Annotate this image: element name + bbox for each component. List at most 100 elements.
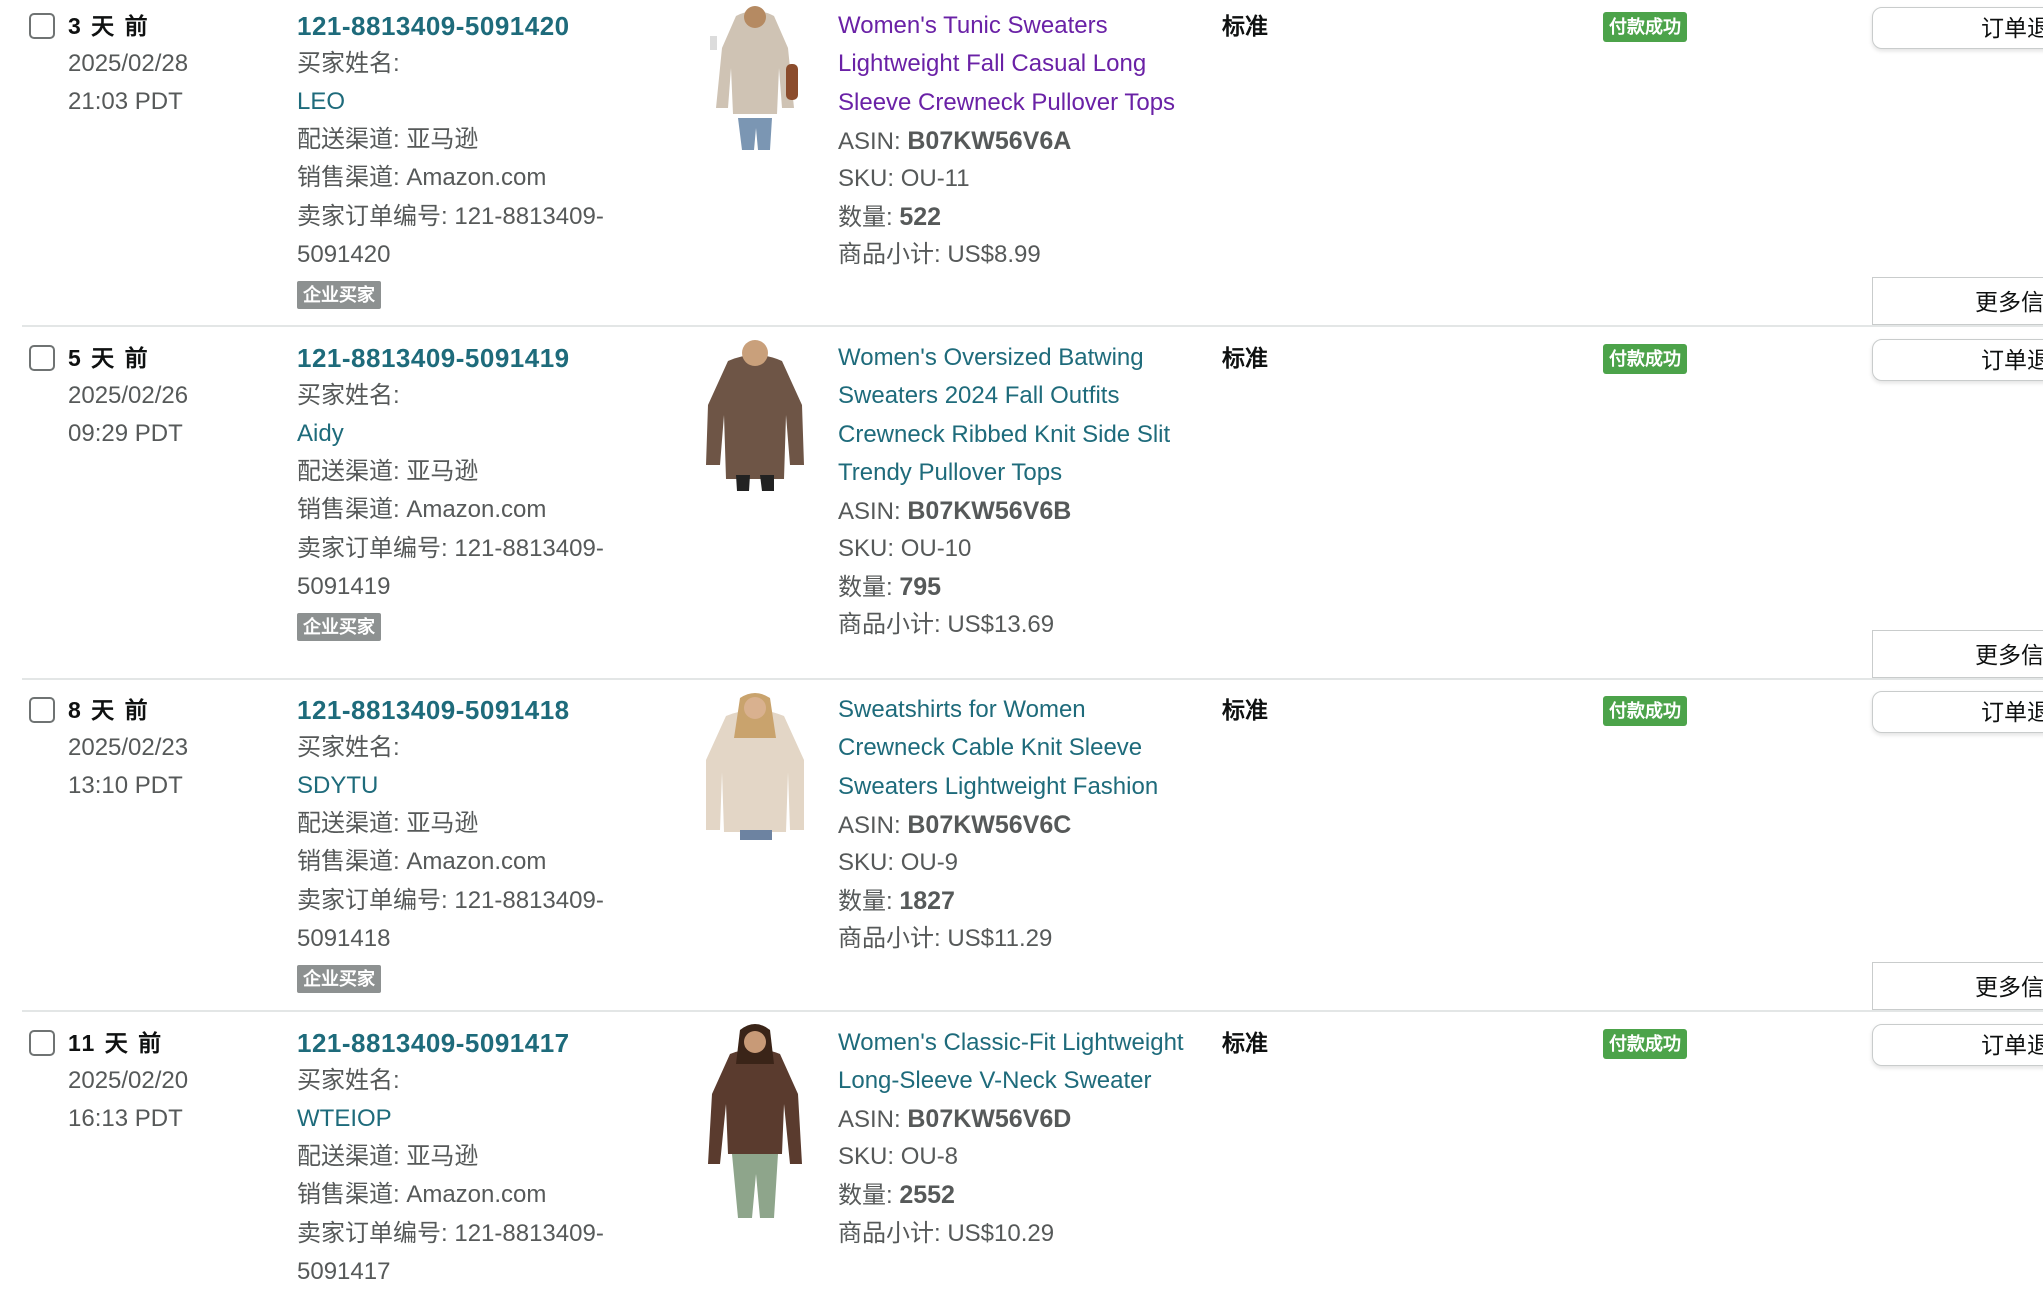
product-title-link[interactable]: Women's Classic-Fit Lightweight Long-Sle… — [838, 1024, 1213, 1101]
sales-channel: 销售渠道: Amazon.com — [297, 1181, 547, 1208]
payment-status-badge: 付款成功 — [1603, 12, 1687, 42]
shipping-service: 标准 — [1222, 13, 1268, 39]
order-id-link[interactable]: 121-8813409-5091418 — [297, 691, 570, 729]
seller-order-number-value-a: 121-8813409- — [454, 1220, 604, 1247]
order-age: 11 天 前 — [68, 1030, 164, 1056]
order-id-link[interactable]: 121-8813409-5091419 — [297, 339, 570, 377]
quantity-line: 数量: 795 — [838, 568, 941, 607]
product-title-line: Sweaters Lightweight Fashion — [838, 772, 1159, 800]
refund-order-button[interactable]: 订单退 — [1872, 339, 2043, 381]
buyer-name-link[interactable]: WTEIOP — [297, 1100, 392, 1138]
sales-channel: 销售渠道: Amazon.com — [297, 164, 547, 191]
sku-line: SKU: OU-10 — [838, 530, 971, 568]
order-date: 2025/02/23 — [68, 734, 189, 761]
seller-order-number-value-b: 5091418 — [297, 925, 391, 952]
business-buyer-badge: 企业买家 — [297, 965, 381, 993]
more-info-button[interactable]: 更多信 — [1872, 630, 2043, 678]
product-title-link[interactable]: Sweatshirts for Women Crewneck Cable Kni… — [838, 691, 1213, 806]
buyer-name-link[interactable]: SDYTU — [297, 767, 378, 805]
quantity-value: 1827 — [899, 887, 955, 915]
product-title-link[interactable]: Women's Tunic Sweaters Lightweight Fall … — [838, 7, 1213, 122]
sku-line: SKU: OU-8 — [838, 1138, 958, 1176]
asin-label: ASIN: — [838, 812, 908, 839]
quantity-line: 数量: 522 — [838, 198, 941, 237]
order-row: 8 天 前 2025/02/23 13:10 PDT 121-8813409-5… — [0, 680, 2043, 1012]
order-date: 2025/02/28 — [68, 50, 189, 77]
seller-order-number: 卖家订单编号: 121-8813409- — [297, 1215, 604, 1253]
more-info-button[interactable]: 更多信 — [1872, 277, 2043, 325]
product-title-link[interactable]: Women's Oversized Batwing Sweaters 2024 … — [838, 339, 1213, 492]
quantity-value: 2552 — [899, 1181, 955, 1209]
seller-order-number-label: 卖家订单编号: — [297, 887, 455, 914]
quantity-value: 522 — [899, 203, 942, 231]
asin-label: ASIN: — [838, 498, 908, 525]
seller-order-number-label: 卖家订单编号: — [297, 535, 455, 562]
refund-order-button[interactable]: 订单退 — [1872, 1024, 2043, 1066]
order-select-checkbox[interactable] — [29, 697, 55, 723]
order-age: 8 天 前 — [68, 697, 150, 723]
buyer-name-label: 买家姓名: — [297, 1067, 400, 1094]
sales-channel: 销售渠道: Amazon.com — [297, 496, 547, 523]
asin-label: ASIN: — [838, 1106, 908, 1133]
order-select-checkbox[interactable] — [29, 1030, 55, 1056]
buyer-name-link[interactable]: LEO — [297, 83, 345, 121]
sku-value: OU-10 — [900, 535, 972, 562]
product-title-line: Crewneck Ribbed Knit Side Slit — [838, 420, 1171, 448]
sku-label: SKU: — [838, 849, 901, 876]
order-row: 3 天 前 2025/02/28 21:03 PDT 121-8813409-5… — [0, 0, 2043, 327]
sku-value: OU-9 — [900, 849, 959, 876]
business-buyer-badge: 企业买家 — [297, 281, 381, 309]
product-thumbnail[interactable] — [700, 339, 810, 491]
sku-line: SKU: OU-9 — [838, 844, 958, 882]
more-info-button[interactable]: 更多信 — [1872, 962, 2043, 1010]
subtotal-value: US$13.69 — [947, 611, 1055, 638]
order-id-link[interactable]: 121-8813409-5091420 — [297, 7, 570, 45]
quantity-label: 数量: — [838, 204, 900, 231]
order-list: 3 天 前 2025/02/28 21:03 PDT 121-8813409-5… — [0, 0, 2043, 1285]
seller-order-number-value-b: 5091417 — [297, 1258, 391, 1285]
business-buyer-badge: 企业买家 — [297, 613, 381, 641]
order-date: 2025/02/20 — [68, 1067, 189, 1094]
asin-label: ASIN: — [838, 128, 908, 155]
product-thumbnail[interactable] — [700, 1024, 810, 1218]
order-row: 11 天 前 2025/02/20 16:13 PDT 121-8813409-… — [0, 1012, 2043, 1285]
seller-order-number-label: 卖家订单编号: — [297, 203, 455, 230]
order-time: 13:10 PDT — [68, 772, 183, 799]
seller-order-number-value-a: 121-8813409- — [454, 887, 604, 914]
seller-order-number: 卖家订单编号: 121-8813409- — [297, 198, 604, 236]
subtotal-value: US$11.29 — [947, 925, 1053, 952]
order-select-checkbox[interactable] — [29, 345, 55, 371]
subtotal-label: 商品小计: — [838, 611, 948, 638]
payment-status-badge: 付款成功 — [1603, 696, 1687, 726]
seller-order-number: 卖家订单编号: 121-8813409- — [297, 882, 604, 920]
quantity-line: 数量: 2552 — [838, 1176, 955, 1215]
quantity-value: 795 — [899, 573, 942, 601]
order-age: 3 天 前 — [68, 13, 150, 39]
buyer-name-link[interactable]: Aidy — [297, 415, 344, 453]
payment-status-badge: 付款成功 — [1603, 344, 1687, 374]
asin-line: ASIN: B07KW56V6B — [838, 492, 1071, 531]
shipping-service: 标准 — [1222, 1030, 1268, 1056]
seller-order-number-value-a: 121-8813409- — [454, 535, 604, 562]
seller-order-number-value-b: 5091420 — [297, 241, 391, 268]
refund-order-button[interactable]: 订单退 — [1872, 691, 2043, 733]
sku-label: SKU: — [838, 535, 901, 562]
seller-order-number-label: 卖家订单编号: — [297, 1220, 455, 1247]
order-select-checkbox[interactable] — [29, 13, 55, 39]
asin-line: ASIN: B07KW56V6C — [838, 806, 1071, 845]
quantity-label: 数量: — [838, 888, 900, 915]
subtotal-line: 商品小计: US$10.29 — [838, 1215, 1054, 1253]
order-id-link[interactable]: 121-8813409-5091417 — [297, 1024, 570, 1062]
product-thumbnail[interactable] — [700, 6, 810, 150]
product-thumbnail[interactable] — [700, 692, 810, 840]
product-title-line: Sweaters 2024 Fall Outfits — [838, 382, 1120, 410]
asin-value: B07KW56V6D — [907, 1105, 1072, 1133]
asin-value: B07KW56V6C — [907, 811, 1072, 839]
sku-label: SKU: — [838, 165, 901, 192]
quantity-label: 数量: — [838, 574, 900, 601]
refund-order-button[interactable]: 订单退 — [1872, 7, 2043, 49]
subtotal-label: 商品小计: — [838, 241, 948, 268]
fulfillment-channel: 配送渠道: 亚马逊 — [297, 126, 479, 153]
subtotal-line: 商品小计: US$13.69 — [838, 606, 1054, 644]
fulfillment-channel: 配送渠道: 亚马逊 — [297, 1143, 479, 1170]
